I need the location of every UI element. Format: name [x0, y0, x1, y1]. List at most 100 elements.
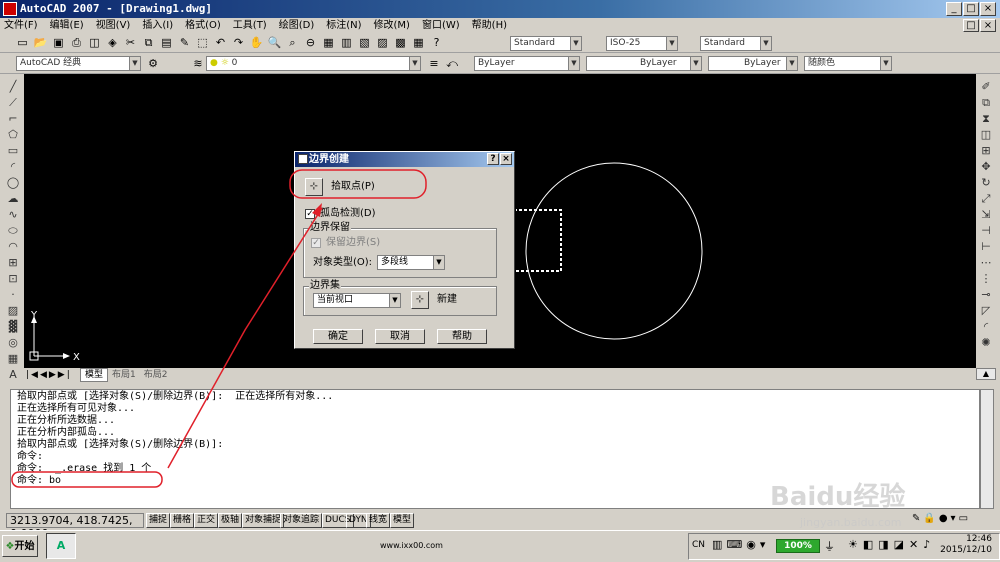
plot-icon[interactable]: ⎙: [69, 35, 85, 51]
autocad-app-icon[interactable]: [3, 2, 17, 16]
zoom-icon[interactable]: 🔍: [267, 35, 283, 51]
rotate-icon[interactable]: ↻: [978, 175, 994, 191]
retain-boundary-checkbox[interactable]: ✓: [311, 238, 321, 248]
ortho-button[interactable]: 正交: [194, 513, 219, 528]
new-icon[interactable]: ▭: [15, 35, 31, 51]
explode-icon[interactable]: ✺: [978, 335, 994, 351]
ellipse-icon[interactable]: ⬭: [5, 223, 21, 239]
chamfer-icon[interactable]: ◸: [978, 303, 994, 319]
pick-point-button[interactable]: ⊹: [305, 178, 323, 196]
designcenter-icon[interactable]: ▥: [339, 35, 355, 51]
table-style-select[interactable]: Standard ▼: [700, 36, 772, 51]
start-button[interactable]: ❖开始: [2, 535, 38, 557]
palettes-icon[interactable]: ▧: [357, 35, 373, 51]
layer-select[interactable]: ● ☼ 0 ▼: [206, 56, 421, 71]
plotstyle-select[interactable]: 随颜色 ▼: [804, 56, 892, 71]
revcloud-icon[interactable]: ☁: [5, 191, 21, 207]
make-block-icon[interactable]: ⊡: [5, 271, 21, 287]
rectangle-icon[interactable]: ▭: [5, 143, 21, 159]
extend-icon[interactable]: ⊢: [978, 239, 994, 255]
make-current-layer-icon[interactable]: ≡: [426, 56, 442, 72]
save-icon[interactable]: ▣: [51, 35, 67, 51]
menu-view[interactable]: 视图(V): [96, 18, 131, 33]
cut-icon[interactable]: ✂: [123, 35, 139, 51]
arc-icon[interactable]: ◜: [5, 159, 21, 175]
join-icon[interactable]: ⊸: [978, 287, 994, 303]
power-plug-icon[interactable]: ⏚: [824, 538, 835, 554]
lineweight-button[interactable]: 线宽: [366, 513, 391, 528]
offset-icon[interactable]: ◫: [978, 127, 994, 143]
tray-icons-right[interactable]: ☀◧◨◪✕♪: [848, 538, 935, 551]
properties-icon[interactable]: ▦: [321, 35, 337, 51]
snap-button[interactable]: 捕捉: [146, 513, 171, 528]
point-icon[interactable]: ·: [5, 287, 21, 303]
status-tray-icons[interactable]: ✎🔒●▾▭: [912, 513, 996, 528]
tab-nav-icons[interactable]: |◀◀▶▶|: [24, 369, 80, 381]
osnap-button[interactable]: 对象捕捉: [242, 513, 285, 528]
workspace-select[interactable]: AutoCAD 经典 ▼: [16, 56, 141, 71]
open-icon[interactable]: 📂: [33, 35, 49, 51]
hatch-icon[interactable]: ▨: [5, 303, 21, 319]
fillet-icon[interactable]: ◜: [978, 319, 994, 335]
array-icon[interactable]: ⊞: [978, 143, 994, 159]
linetype-select[interactable]: ByLayer ▼: [586, 56, 702, 71]
help-icon[interactable]: ?: [429, 35, 445, 51]
ellipse-arc-icon[interactable]: ◠: [5, 239, 21, 255]
color-select[interactable]: ByLayer ▼: [474, 56, 580, 71]
break-point-icon[interactable]: ⋯: [978, 255, 994, 271]
copy-object-icon[interactable]: ⧉: [978, 95, 994, 111]
pan-icon[interactable]: ✋: [249, 35, 265, 51]
gradient-icon[interactable]: ▓: [5, 319, 21, 335]
menu-window[interactable]: 窗口(W): [422, 18, 460, 33]
scale-icon[interactable]: ⤢: [978, 191, 994, 207]
model-button[interactable]: 模型: [390, 513, 415, 528]
markup-icon[interactable]: ▩: [393, 35, 409, 51]
dialog-help-button[interactable]: ?: [487, 153, 499, 165]
sheetset-icon[interactable]: ▨: [375, 35, 391, 51]
ok-button[interactable]: 确定: [313, 329, 363, 344]
mtext-icon[interactable]: A: [5, 367, 21, 383]
menu-edit[interactable]: 编辑(E): [50, 18, 84, 33]
layer-manager-icon[interactable]: ≋: [190, 56, 206, 72]
clock[interactable]: 12:46 2015/12/10: [940, 534, 992, 556]
autocad-task-button[interactable]: A: [46, 533, 76, 559]
line-icon[interactable]: ╱: [5, 79, 21, 95]
new-set-button[interactable]: ⊹: [411, 291, 429, 309]
calculator-icon[interactable]: ▦: [411, 35, 427, 51]
close-button[interactable]: ×: [980, 2, 996, 16]
doc-close-button[interactable]: ×: [980, 19, 996, 32]
publish-icon[interactable]: ◈: [105, 35, 121, 51]
stretch-icon[interactable]: ⇲: [978, 207, 994, 223]
doc-restore-button[interactable]: □: [963, 19, 979, 32]
island-detection-checkbox[interactable]: ✓: [305, 209, 315, 219]
region-icon[interactable]: ◎: [5, 335, 21, 351]
dim-style-select[interactable]: ISO-25 ▼: [606, 36, 678, 51]
language-indicator[interactable]: CN: [692, 540, 705, 550]
zoom-prev-icon[interactable]: ⊖: [303, 35, 319, 51]
spline-icon[interactable]: ∿: [5, 207, 21, 223]
drawn-circle[interactable]: [525, 162, 703, 340]
table-icon[interactable]: ▦: [5, 351, 21, 367]
scroll-corner[interactable]: ▲: [976, 368, 996, 380]
layer-previous-icon[interactable]: ⤺: [444, 56, 460, 72]
trim-icon[interactable]: ⊣: [978, 223, 994, 239]
construction-line-icon[interactable]: ⟋: [5, 95, 21, 111]
tray-icons-left[interactable]: ▥⌨◉▾: [712, 538, 769, 551]
polygon-icon[interactable]: ⬠: [5, 127, 21, 143]
grid-button[interactable]: 栅格: [170, 513, 195, 528]
boundary-set-select[interactable]: 当前视口 ▼: [313, 293, 401, 308]
zoom-window-icon[interactable]: ⌕: [285, 35, 301, 51]
polar-button[interactable]: 极轴: [218, 513, 243, 528]
menu-insert[interactable]: 插入(I): [142, 18, 173, 33]
menu-help[interactable]: 帮助(H): [472, 18, 507, 33]
command-scrollbar[interactable]: [980, 389, 994, 509]
paste-icon[interactable]: ▤: [159, 35, 175, 51]
menu-file[interactable]: 文件(F): [4, 18, 38, 33]
polyline-icon[interactable]: ⌐: [5, 111, 21, 127]
cancel-button[interactable]: 取消: [375, 329, 425, 344]
undo-icon[interactable]: ↶: [213, 35, 229, 51]
workspace-settings-icon[interactable]: ⚙: [145, 56, 161, 72]
selected-rectangle[interactable]: [513, 209, 562, 272]
minimize-button[interactable]: _: [946, 2, 962, 16]
otrack-button[interactable]: 对象追踪: [280, 513, 323, 528]
